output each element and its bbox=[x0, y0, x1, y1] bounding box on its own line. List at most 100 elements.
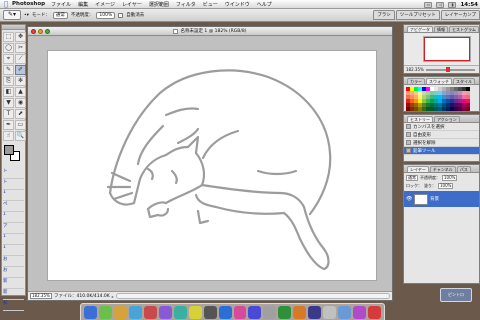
auto-erase-checkbox[interactable] bbox=[118, 12, 124, 18]
tab-histogram[interactable]: ヒストグラム bbox=[449, 26, 479, 32]
move-tool-icon[interactable]: ✥ bbox=[15, 32, 26, 42]
marquee-tool-icon[interactable]: ⬚ bbox=[3, 32, 14, 42]
dock-app-icon[interactable] bbox=[263, 305, 277, 319]
dock-app-icon[interactable] bbox=[368, 305, 382, 319]
zoom-field[interactable]: 182.35% bbox=[30, 293, 52, 299]
list-item[interactable]: 新 bbox=[3, 278, 24, 289]
crop-tool-icon[interactable]: ⌖ bbox=[3, 54, 14, 64]
list-item[interactable]: 解 bbox=[3, 300, 24, 311]
dock-app-icon[interactable] bbox=[338, 305, 352, 319]
tab-color[interactable]: カラー bbox=[407, 78, 425, 84]
menu-layer[interactable]: レイヤー bbox=[122, 1, 142, 8]
menu-window[interactable]: ウインドウ bbox=[225, 1, 250, 8]
mode-select[interactable]: 通常 bbox=[52, 11, 68, 19]
history-item[interactable]: 選択を解除 bbox=[404, 139, 479, 147]
list-item[interactable]: 1 bbox=[3, 212, 24, 223]
dodge-tool-icon[interactable]: ◉ bbox=[15, 98, 26, 108]
dock-app-icon[interactable] bbox=[158, 305, 172, 319]
layer-opacity-field[interactable]: 100% bbox=[442, 175, 458, 181]
list-item[interactable]: ト bbox=[3, 179, 24, 190]
tab-channels[interactable]: チャンネル bbox=[429, 166, 456, 172]
list-item[interactable]: ア bbox=[3, 223, 24, 234]
tab-history[interactable]: ヒストリー bbox=[407, 116, 433, 122]
tab-layers[interactable]: レイヤー bbox=[407, 166, 429, 172]
tab-info[interactable]: 情報 bbox=[434, 26, 448, 32]
type-tool-icon[interactable]: T bbox=[3, 109, 14, 119]
shape-tool-icon[interactable]: ▭ bbox=[15, 120, 26, 130]
gradient-tool-icon[interactable]: ▲ bbox=[15, 87, 26, 97]
path-selection-tool-icon[interactable]: ⬈ bbox=[15, 109, 26, 119]
tab-swatches[interactable]: スウォッチ bbox=[426, 78, 452, 84]
eye-icon[interactable]: 👁 bbox=[406, 196, 412, 202]
menu-clock[interactable]: 14:54 bbox=[460, 2, 478, 8]
menu-filter[interactable]: フィルタ bbox=[176, 1, 196, 8]
tab-paths[interactable]: パス bbox=[456, 166, 471, 172]
list-item[interactable]: お bbox=[3, 256, 24, 267]
list-item[interactable]: 新 bbox=[3, 289, 24, 300]
dock-app-icon[interactable] bbox=[323, 305, 337, 319]
magic-wand-tool-icon[interactable]: ✂ bbox=[15, 43, 26, 53]
dock-app-icon[interactable] bbox=[84, 305, 97, 319]
navigator-preview[interactable] bbox=[404, 33, 479, 65]
menu-select[interactable]: 選択範囲 bbox=[149, 1, 169, 8]
menu-view[interactable]: ビュー bbox=[203, 1, 218, 8]
canvas-pasteboard[interactable] bbox=[28, 37, 392, 291]
tab-styles[interactable]: スタイル bbox=[453, 78, 475, 84]
zoom-tool-icon[interactable]: 🔍 bbox=[15, 131, 26, 141]
volume-icon[interactable]: ◁ bbox=[436, 1, 445, 8]
dock-app-icon[interactable] bbox=[143, 305, 157, 319]
well-tab-tool-presets[interactable]: ツールプリセット bbox=[395, 10, 440, 20]
opacity-select[interactable]: 100% bbox=[96, 11, 116, 19]
dock-app-icon[interactable] bbox=[278, 305, 292, 319]
blend-mode-select[interactable]: 通常 bbox=[406, 175, 418, 181]
color-swatch[interactable] bbox=[466, 107, 470, 111]
history-brush-tool-icon[interactable]: ✻ bbox=[15, 76, 26, 86]
healing-brush-tool-icon[interactable]: ✎ bbox=[3, 65, 14, 75]
dock-app-icon[interactable] bbox=[218, 305, 232, 319]
slice-tool-icon[interactable]: ⟋ bbox=[15, 54, 26, 64]
status-menu-icon[interactable]: ▸ bbox=[112, 294, 114, 299]
menu-file[interactable]: ファイル bbox=[51, 1, 71, 8]
foreground-color-swatch[interactable] bbox=[4, 145, 14, 155]
list-item[interactable]: 1 bbox=[3, 234, 24, 245]
list-item[interactable]: ト bbox=[3, 168, 24, 179]
close-button[interactable] bbox=[31, 29, 36, 34]
dock-app-icon[interactable] bbox=[203, 305, 217, 319]
dock-app-icon[interactable] bbox=[308, 305, 322, 319]
eraser-tool-icon[interactable]: ◧ bbox=[3, 87, 14, 97]
tab-navigator[interactable]: ナビゲータ bbox=[407, 26, 433, 32]
menu-image[interactable]: イメージ bbox=[95, 1, 115, 8]
fill-field[interactable]: 100% bbox=[438, 183, 454, 189]
list-item[interactable]: 1 bbox=[3, 190, 24, 201]
dock-app-icon[interactable] bbox=[353, 305, 367, 319]
menu-help[interactable]: ヘルプ bbox=[257, 1, 272, 8]
horizontal-scrollbar[interactable] bbox=[115, 293, 390, 299]
list-item[interactable]: 1 bbox=[3, 245, 24, 256]
menu-edit[interactable]: 編集 bbox=[78, 1, 88, 8]
navigator-zoom-value[interactable]: 182.35% bbox=[406, 67, 424, 72]
navigator-zoom-slider[interactable] bbox=[425, 66, 475, 72]
app-menu[interactable]: Photoshop bbox=[12, 1, 45, 7]
desktop-file-icon[interactable]: ピントロ bbox=[440, 288, 472, 302]
hand-tool-icon[interactable]: ☝ bbox=[3, 131, 14, 141]
tool-preset-picker[interactable]: ✎▾ bbox=[3, 10, 21, 20]
dock-app-icon[interactable] bbox=[173, 305, 187, 319]
dock-app-icon[interactable] bbox=[188, 305, 202, 319]
list-item[interactable]: お bbox=[3, 267, 24, 278]
pen-tool-icon[interactable]: ✒ bbox=[3, 120, 14, 130]
apple-menu-icon[interactable]:  bbox=[0, 0, 12, 8]
dock-app-icon[interactable] bbox=[233, 305, 247, 319]
blur-tool-icon[interactable]: ▼ bbox=[3, 98, 14, 108]
zoom-button[interactable] bbox=[45, 29, 50, 34]
list-item[interactable]: ペ bbox=[3, 201, 24, 212]
dock-app-icon[interactable] bbox=[293, 305, 307, 319]
well-tab-layer-comps[interactable]: レイヤーカンプ bbox=[440, 10, 480, 20]
navigator-view-box[interactable] bbox=[424, 37, 470, 61]
layer-row[interactable]: 👁 背景 bbox=[404, 191, 479, 207]
dock-app-icon[interactable] bbox=[128, 305, 142, 319]
image-canvas[interactable] bbox=[47, 50, 377, 281]
well-tab-brushes[interactable]: ブラシ bbox=[373, 10, 395, 20]
document-titlebar[interactable]: 名称未設定 1 @ 182% (RGB/8) bbox=[28, 27, 392, 36]
history-item-selected[interactable]: 鉛筆ツール bbox=[404, 147, 479, 155]
lasso-tool-icon[interactable]: ◯ bbox=[3, 43, 14, 53]
